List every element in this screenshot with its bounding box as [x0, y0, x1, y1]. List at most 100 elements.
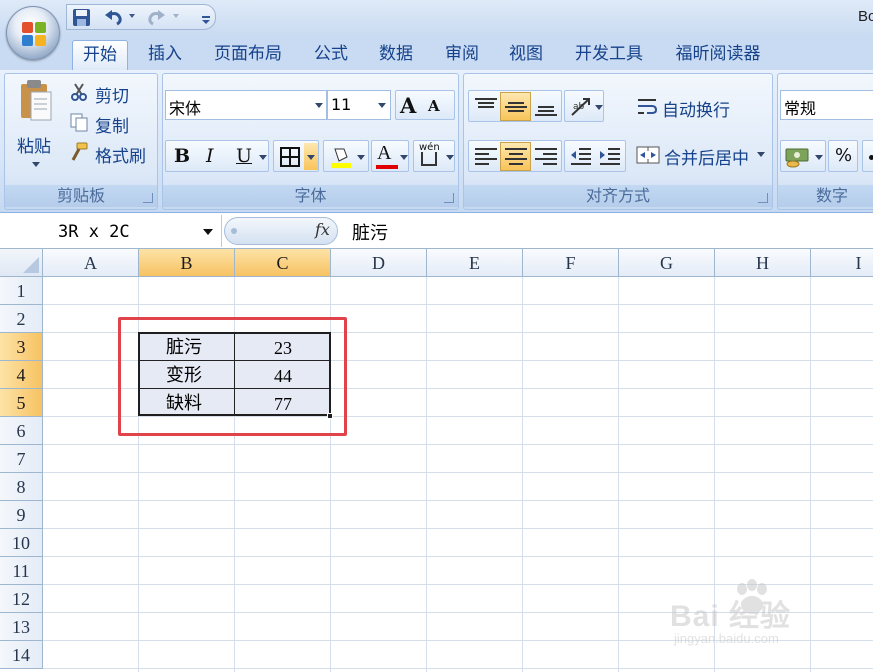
orientation-dropdown-icon[interactable] [595, 105, 603, 110]
formula-input[interactable]: 脏污 [352, 219, 388, 245]
bold-button[interactable]: B [174, 145, 190, 167]
baidu-watermark: Bai 经验 jingyan.baidu.com [670, 577, 870, 657]
column-header-h[interactable]: H [715, 249, 811, 277]
tab-home[interactable]: 开始 [72, 40, 128, 70]
row-header-6[interactable]: 6 [0, 417, 43, 445]
paste-button[interactable]: 粘贴 [17, 132, 51, 157]
tab-developer[interactable]: 开发工具 [564, 40, 654, 70]
office-button[interactable] [6, 6, 60, 60]
align-bottom-icon[interactable] [533, 96, 559, 118]
phonetic-dropdown-icon[interactable] [446, 155, 454, 160]
name-box-dropdown-icon[interactable] [203, 229, 213, 235]
row-header-4[interactable]: 4 [0, 361, 43, 389]
percent-style-button[interactable]: % [828, 140, 858, 172]
borders-dropdown[interactable] [304, 143, 318, 170]
comma-style-button[interactable] [862, 140, 873, 172]
merge-center-button[interactable]: 合并后居中 [664, 144, 749, 169]
wrap-text-icon[interactable] [636, 96, 658, 118]
copy-icon[interactable] [69, 112, 89, 132]
increase-indent-icon[interactable] [598, 146, 622, 168]
phonetic-button[interactable]: wén [413, 140, 455, 172]
row-header-2[interactable]: 2 [0, 305, 43, 333]
cut-button[interactable]: 剪切 [95, 82, 129, 107]
redo-dropdown-icon[interactable] [173, 14, 179, 18]
tab-data[interactable]: 数据 [368, 40, 424, 70]
paste-dropdown-icon[interactable] [32, 162, 40, 167]
clipboard-dialog-launcher-icon[interactable] [143, 193, 153, 203]
font-name-dropdown-icon[interactable] [315, 103, 323, 108]
row-header-11[interactable]: 11 [0, 557, 43, 585]
quick-access-toolbar [66, 4, 216, 30]
borders-dropdown-icon[interactable] [307, 155, 315, 160]
row-header-10[interactable]: 10 [0, 529, 43, 557]
row-header-12[interactable]: 12 [0, 585, 43, 613]
underline-dropdown-icon[interactable] [259, 155, 267, 160]
row-header-13[interactable]: 13 [0, 613, 43, 641]
align-right-icon[interactable] [533, 146, 559, 168]
customize-toolbar-icon[interactable] [195, 8, 217, 28]
select-all-button[interactable] [0, 249, 43, 277]
row-header-8[interactable]: 8 [0, 473, 43, 501]
font-size-dropdown-icon[interactable] [378, 103, 386, 108]
row-header-3[interactable]: 3 [0, 333, 43, 361]
decrease-indent-icon[interactable] [569, 146, 593, 168]
accounting-format-button[interactable] [780, 140, 826, 172]
shrink-font-button[interactable]: A [428, 97, 440, 115]
tab-review[interactable]: 审阅 [434, 40, 490, 70]
format-painter-icon[interactable] [69, 142, 89, 162]
merge-center-icon[interactable] [636, 144, 660, 166]
borders-button[interactable] [273, 140, 319, 172]
font-color-button[interactable]: A [371, 140, 409, 172]
align-left-icon[interactable] [473, 146, 499, 168]
fill-color-dropdown-icon[interactable] [357, 155, 365, 160]
column-header-c[interactable]: C [235, 249, 331, 277]
font-color-dropdown-icon[interactable] [400, 155, 408, 160]
font-dialog-launcher-icon[interactable] [444, 193, 454, 203]
align-top-icon[interactable] [473, 96, 499, 118]
undo-dropdown-icon[interactable] [129, 14, 135, 18]
row-header-14[interactable]: 14 [0, 641, 43, 669]
undo-icon[interactable] [103, 8, 125, 28]
font-name-select[interactable]: 宋体 [165, 90, 327, 120]
row-header-5[interactable]: 5 [0, 389, 43, 417]
font-size-select[interactable]: 11 [327, 90, 391, 120]
column-header-i[interactable]: I [811, 249, 873, 277]
fill-color-button[interactable] [323, 140, 369, 172]
accounting-dropdown-icon[interactable] [815, 155, 823, 160]
merge-center-dropdown-icon[interactable] [757, 152, 765, 157]
column-header-e[interactable]: E [427, 249, 523, 277]
align-middle-button[interactable] [500, 92, 531, 121]
column-header-f[interactable]: F [523, 249, 619, 277]
formula-splitter-icon[interactable] [231, 228, 237, 234]
cut-icon[interactable] [69, 82, 89, 102]
wrap-text-button[interactable]: 自动换行 [662, 96, 730, 121]
tab-formulas[interactable]: 公式 [303, 40, 359, 70]
column-header-b[interactable]: B [139, 249, 235, 277]
row-header-9[interactable]: 9 [0, 501, 43, 529]
grow-font-button[interactable]: A [400, 93, 416, 118]
copy-button[interactable]: 复制 [95, 112, 129, 137]
insert-function-button[interactable]: fx [315, 220, 330, 239]
tab-page-layout[interactable]: 页面布局 [205, 40, 291, 70]
tab-foxit-reader[interactable]: 福昕阅读器 [664, 40, 772, 70]
name-box[interactable]: 3R x 2C [0, 215, 222, 247]
alignment-dialog-launcher-icon[interactable] [758, 193, 768, 203]
tab-view[interactable]: 视图 [498, 40, 554, 70]
paste-icon[interactable] [15, 78, 55, 124]
column-header-a[interactable]: A [43, 249, 139, 277]
italic-button[interactable]: I [206, 145, 214, 167]
orientation-button[interactable]: ab [564, 90, 604, 122]
indent-buttons [564, 140, 626, 172]
format-painter-button[interactable]: 格式刷 [95, 142, 146, 167]
number-format-select[interactable]: 常规 [780, 90, 873, 120]
save-icon[interactable] [71, 8, 93, 28]
align-center-button[interactable] [500, 142, 531, 171]
column-header-g[interactable]: G [619, 249, 715, 277]
column-header-d[interactable]: D [331, 249, 427, 277]
underline-button[interactable]: U [236, 145, 252, 167]
redo-icon[interactable] [145, 8, 167, 28]
number-group: 常规 % 数字 [777, 73, 873, 210]
tab-insert[interactable]: 插入 [137, 40, 193, 70]
row-header-7[interactable]: 7 [0, 445, 43, 473]
row-header-1[interactable]: 1 [0, 277, 43, 305]
